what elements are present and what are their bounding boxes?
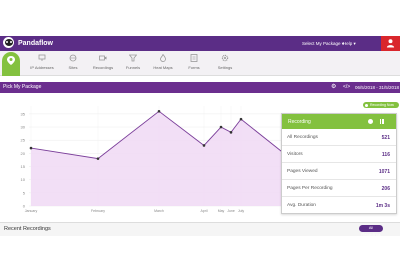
stat-value: 521 bbox=[381, 135, 390, 141]
y-tick-label: 10 bbox=[21, 177, 26, 182]
data-point bbox=[96, 157, 100, 160]
y-tick-label: 25 bbox=[21, 138, 26, 143]
stat-label: Avg. Duration bbox=[287, 203, 316, 208]
visits-chart: 0 5 10 15 20 25 30 35 January February March April M… bbox=[21, 106, 285, 213]
nav-label: IP Addresses bbox=[30, 65, 54, 70]
nav-item-heat-maps[interactable]: Heat Maps bbox=[146, 54, 180, 70]
help-menu[interactable]: Help ▾ bbox=[343, 41, 356, 47]
all-recordings-button[interactable]: All Recordings bbox=[359, 225, 383, 237]
title-bar bbox=[0, 82, 400, 93]
x-tick-label: July bbox=[238, 209, 244, 213]
nav-label: Forms bbox=[188, 65, 200, 70]
y-tick-label: 30 bbox=[21, 125, 26, 130]
stat-label: Pages Per Recording bbox=[287, 186, 333, 191]
recordings-icon bbox=[99, 55, 107, 61]
x-tick-label: January bbox=[25, 209, 38, 213]
panel-header: Recording bbox=[282, 114, 396, 129]
nav-label: Sites bbox=[68, 65, 78, 70]
record-dot-icon[interactable] bbox=[368, 119, 373, 124]
page-title: Pick My Package bbox=[3, 84, 42, 90]
data-point bbox=[219, 125, 223, 129]
user-menu-button[interactable] bbox=[381, 36, 400, 51]
code-icon[interactable]: </> bbox=[343, 84, 350, 90]
data-point bbox=[157, 109, 161, 113]
x-tick-label: March bbox=[154, 209, 164, 213]
app-frame: Pandaflow Select My Package ▾ Help ▾ IP … bbox=[0, 0, 400, 275]
stat-label: Pages Viewed bbox=[287, 169, 318, 174]
gear-icon[interactable]: ⚙ bbox=[331, 84, 336, 90]
brand-name: Pandaflow bbox=[18, 40, 54, 47]
stat-value: 206 bbox=[381, 186, 390, 192]
series-area bbox=[31, 111, 284, 206]
forms-icon bbox=[190, 54, 198, 62]
stat-row-all-recordings[interactable]: All Recordings 521 bbox=[282, 129, 396, 146]
y-tick-label: 15 bbox=[21, 164, 26, 169]
stat-value: 116 bbox=[381, 152, 390, 158]
x-tick-label: June bbox=[227, 209, 235, 213]
funnels-icon bbox=[129, 54, 137, 62]
y-tick-label: 5 bbox=[23, 190, 26, 195]
recent-recordings-title: Recent Recordings bbox=[4, 226, 51, 232]
date-range-picker[interactable]: 06/5/2018 - 31/5/2018 bbox=[355, 85, 399, 90]
stat-value: 1m 3s bbox=[375, 203, 390, 209]
nav-label: Settings bbox=[217, 65, 233, 70]
pause-icon[interactable] bbox=[379, 119, 384, 124]
data-point bbox=[239, 117, 243, 121]
stat-row-visitors[interactable]: Visitors 116 bbox=[282, 146, 396, 163]
panda-icon bbox=[4, 39, 13, 46]
stat-label: Visitors bbox=[287, 152, 303, 157]
nav-item-forms[interactable]: Forms bbox=[177, 54, 211, 70]
x-tick-label: May bbox=[218, 209, 225, 213]
data-point bbox=[202, 144, 206, 147]
brand-logo[interactable] bbox=[3, 37, 14, 48]
nav-label: Funnels bbox=[125, 65, 141, 70]
user-icon bbox=[386, 39, 395, 48]
x-tick-label: February bbox=[91, 209, 105, 213]
nav-item-recordings[interactable]: Recordings bbox=[86, 54, 120, 70]
x-tick-label: April bbox=[200, 209, 207, 213]
data-point bbox=[229, 131, 233, 134]
panel-title: Recording bbox=[288, 119, 311, 125]
recording-stats-panel: Recording All Recordings 521 Visitors 11… bbox=[281, 113, 397, 214]
stat-row-avg-duration[interactable]: Avg. Duration 1m 3s bbox=[282, 197, 396, 214]
y-tick-label: 20 bbox=[21, 151, 26, 156]
stat-label: All Recordings bbox=[287, 135, 318, 140]
ip-icon bbox=[38, 54, 46, 61]
nav-label: Recordings bbox=[92, 65, 114, 70]
recording-now-badge[interactable]: Recording Now bbox=[363, 102, 399, 108]
nav-item-settings[interactable]: Settings bbox=[208, 54, 242, 70]
y-tick-label: 0 bbox=[23, 204, 26, 209]
settings-icon bbox=[221, 54, 229, 62]
package-select[interactable]: Select My Package ▾ bbox=[302, 41, 344, 47]
stat-row-pages-per-recording[interactable]: Pages Per Recording 206 bbox=[282, 180, 396, 197]
nav-item-funnels[interactable]: Funnels bbox=[116, 54, 150, 70]
sites-icon bbox=[69, 54, 77, 62]
stat-row-pages-viewed[interactable]: Pages Viewed 1071 bbox=[282, 163, 396, 180]
recent-recordings-bar bbox=[0, 222, 400, 236]
nav-dashboard-active[interactable] bbox=[2, 52, 20, 76]
data-point bbox=[29, 146, 33, 150]
nav-item-sites[interactable]: Sites bbox=[56, 54, 90, 70]
heatmaps-icon bbox=[160, 54, 166, 62]
nav-item-ip-addresses[interactable]: IP Addresses bbox=[25, 54, 59, 70]
stat-value: 1071 bbox=[378, 169, 390, 175]
y-tick-label: 35 bbox=[21, 111, 26, 116]
location-pin-icon bbox=[7, 56, 15, 65]
nav-label: Heat Maps bbox=[153, 65, 173, 70]
